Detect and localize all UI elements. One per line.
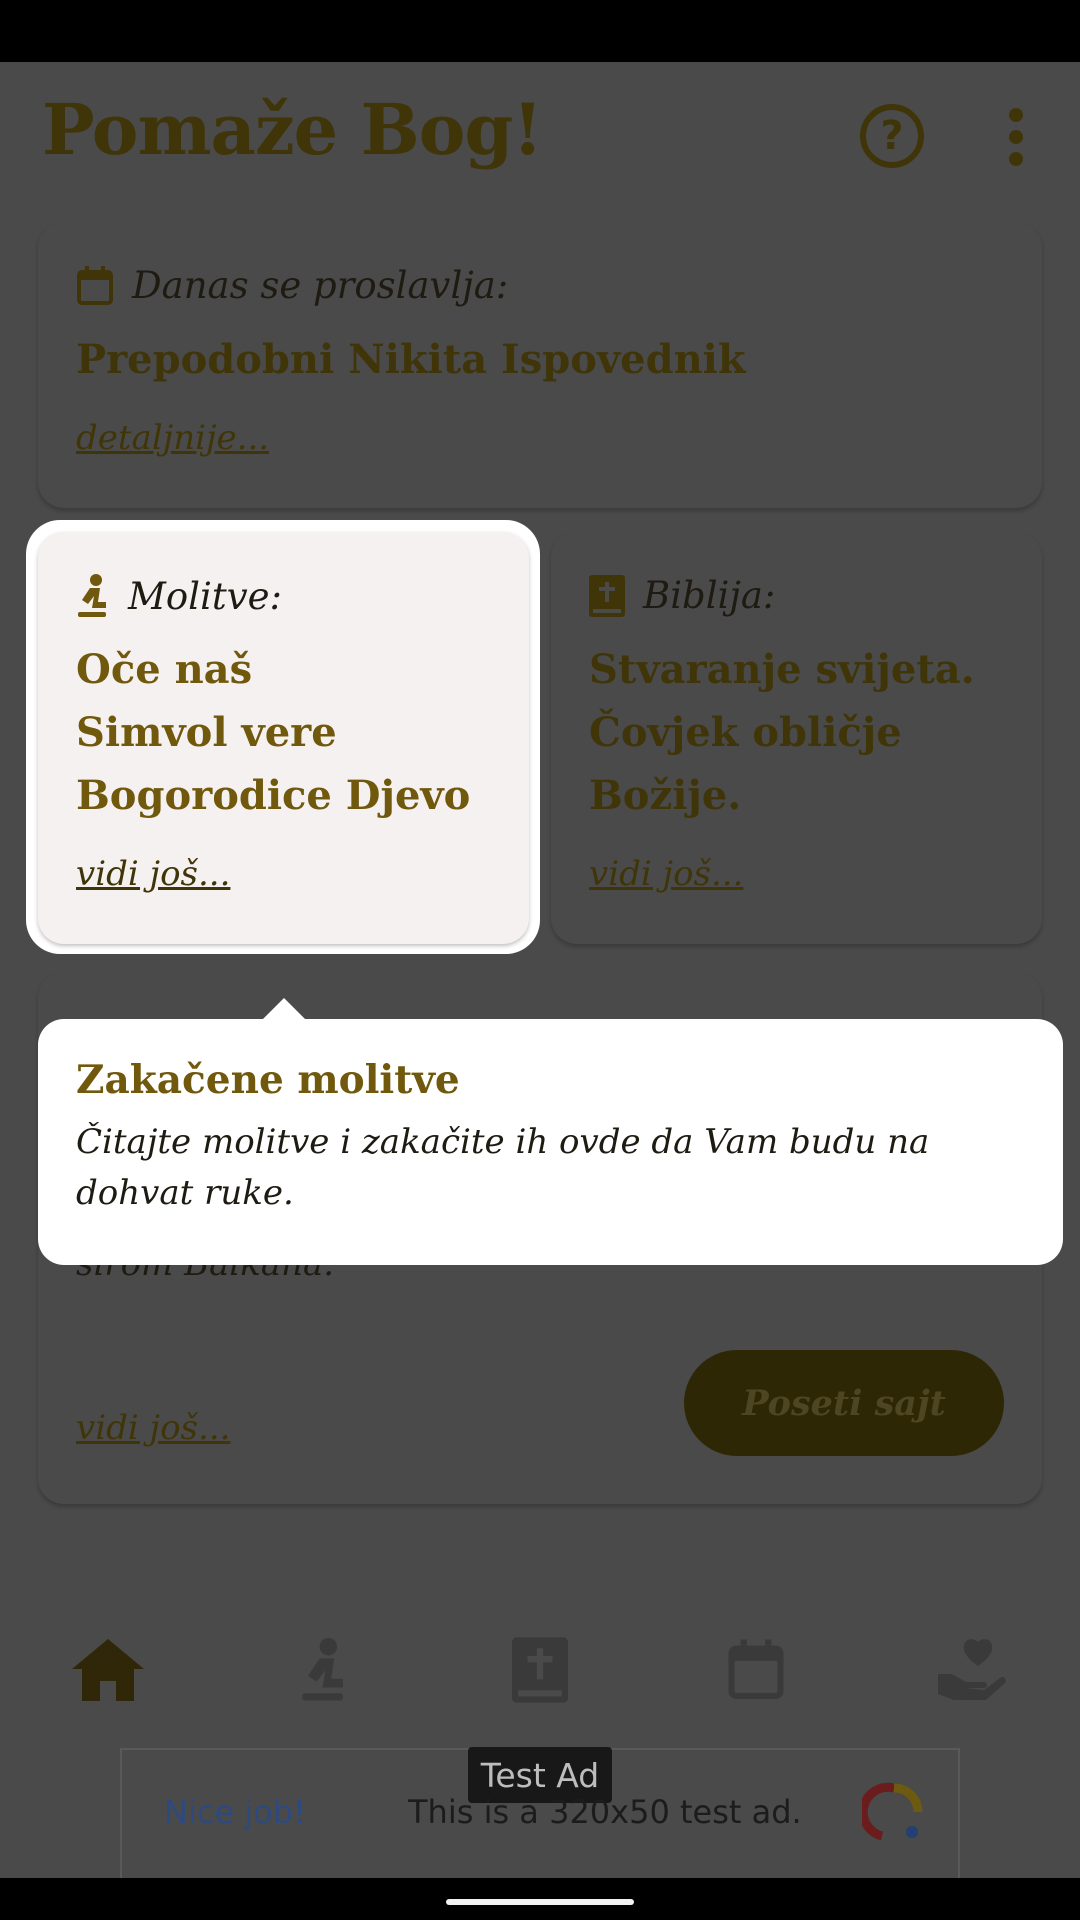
bible-card-header: Biblija: (589, 574, 775, 617)
more-dot (1009, 130, 1023, 144)
prayers-card-header: Molitve: (76, 574, 282, 618)
nav-item-bible[interactable] (490, 1620, 590, 1720)
feast-heading: Danas se proslavlja: (132, 264, 509, 307)
nav-item-home[interactable] (58, 1620, 158, 1720)
home-gesture-handle[interactable] (446, 1899, 634, 1905)
calendar-icon (77, 265, 113, 305)
help-icon: ? (880, 113, 904, 159)
prayer-item[interactable]: Simvol vere (76, 701, 470, 764)
status-bar (0, 0, 1080, 62)
feast-details-link[interactable]: detaljnije... (76, 418, 269, 458)
bible-icon (589, 574, 625, 617)
bible-reading: Stvaranje svijeta. Čovjek obličje Božije… (589, 638, 975, 827)
calendar-icon (728, 1639, 784, 1699)
praying-icon (302, 1638, 343, 1701)
nav-item-calendar[interactable] (706, 1620, 806, 1720)
bible-card[interactable]: Biblija: Stvaranje svijeta. Čovjek oblič… (551, 532, 1042, 944)
prayers-card[interactable]: Molitve: Oče naš Simvol vere Bogorodice … (38, 532, 529, 944)
prayer-item[interactable]: Bogorodice Djevo (76, 764, 470, 827)
app-title: Pomaže Bog! (42, 88, 543, 171)
nav-item-donate[interactable] (922, 1620, 1022, 1720)
prayers-heading: Molitve: (128, 574, 282, 618)
praying-icon (78, 574, 106, 617)
donate-heart-icon (938, 1639, 1006, 1700)
bible-line: Stvaranje svijeta. (589, 646, 975, 693)
bible-icon (512, 1637, 568, 1703)
bible-more-link[interactable]: vidi još... (589, 854, 743, 894)
more-options-button[interactable] (998, 108, 1034, 166)
tooltip-title: Zakačene molitve (76, 1057, 460, 1103)
tooltip-arrow (262, 998, 306, 1020)
bible-line: Božije. (589, 772, 742, 819)
ad-description: This is a 320x50 test ad. (408, 1793, 802, 1831)
home-icon (72, 1639, 144, 1701)
ad-logo-icon (862, 1782, 923, 1841)
bottom-navigation (0, 1620, 1080, 1720)
more-dot (1009, 152, 1023, 166)
prayers-more-link[interactable]: vidi još... (76, 854, 230, 894)
tooltip-text: Čitajte molitve i zakačite ih ovde da Va… (76, 1122, 930, 1213)
feast-card[interactable]: Danas se proslavlja: Prepodobni Nikita I… (38, 222, 1042, 508)
onboarding-tooltip[interactable]: Zakačene molitve Čitajte molitve i zakač… (38, 1019, 1063, 1265)
feast-saint: Prepodobni Nikita Ispovednik (76, 336, 746, 383)
bible-line: Čovjek obličje (589, 709, 902, 756)
ad-nice-text: Nice job! (164, 1793, 306, 1831)
prayer-item[interactable]: Oče naš (76, 638, 470, 701)
site-more-link[interactable]: vidi još... (76, 1408, 230, 1448)
more-dot (1009, 108, 1023, 122)
feast-card-header: Danas se proslavlja: (76, 264, 508, 307)
bible-heading: Biblija: (643, 574, 776, 617)
visit-site-button[interactable]: Poseti sajt (684, 1350, 1004, 1456)
prayers-list: Oče naš Simvol vere Bogorodice Djevo (76, 638, 470, 827)
nav-item-prayers[interactable] (274, 1620, 374, 1720)
help-button[interactable]: ? (860, 104, 924, 168)
